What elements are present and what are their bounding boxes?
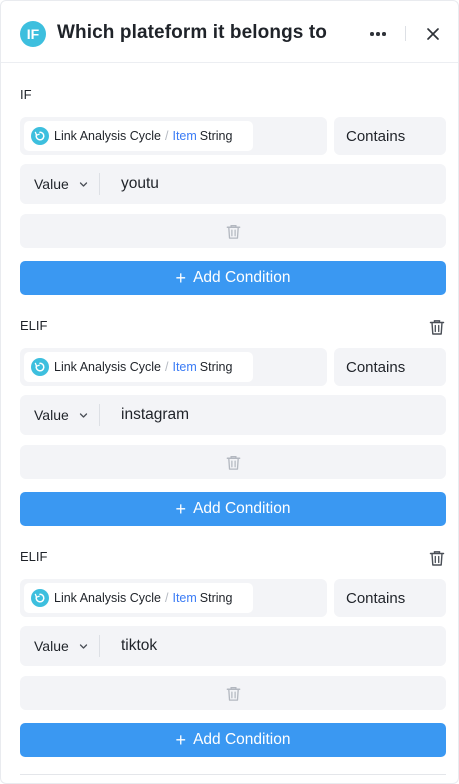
variable-node-name: Link Analysis Cycle [54, 591, 161, 605]
chevron-down-icon [79, 181, 87, 187]
condition-panel: IF Which plateform it belongs to IF Link… [0, 0, 459, 784]
trash-icon [226, 224, 240, 239]
panel-title: Which plateform it belongs to [57, 22, 327, 43]
delete-branch-icon[interactable] [428, 549, 446, 567]
add-condition-label: Add Condition [193, 731, 291, 748]
ellipsis-dot [382, 32, 386, 36]
branch-label: ELIF [20, 549, 48, 564]
plus-icon: + [175, 499, 187, 519]
chevron-down-icon [79, 643, 87, 649]
bottom-divider [20, 774, 446, 775]
value-divider [99, 404, 100, 426]
value-type-select[interactable]: Value [20, 395, 98, 435]
trash-icon [226, 455, 240, 470]
delete-condition-row[interactable] [20, 214, 446, 248]
loop-node-icon [31, 127, 49, 145]
value-type-label: Value [34, 176, 69, 192]
loop-node-icon [31, 589, 49, 607]
plus-icon: + [175, 268, 187, 288]
trash-icon [226, 686, 240, 701]
value-divider [99, 173, 100, 195]
condition-variable-field[interactable]: Link Analysis Cycle / Item String [20, 348, 327, 386]
condition-variable-field[interactable]: Link Analysis Cycle / Item String [20, 579, 327, 617]
variable-item-name: Item [172, 360, 197, 374]
value-row: Value tiktok [20, 626, 446, 666]
branch-section: IF Link Analysis Cycle / Item String Con… [1, 63, 458, 295]
value-input[interactable]: tiktok [121, 626, 157, 666]
variable-node-name: Link Analysis Cycle [54, 129, 161, 143]
variable-type: String [199, 360, 233, 374]
delete-branch-icon[interactable] [428, 318, 446, 336]
branch-section: ELIF Link Analysis Cycle / Item String C… [1, 294, 458, 526]
condition-variable-field[interactable]: Link Analysis Cycle / Item String [20, 117, 327, 155]
ellipsis-dot [376, 32, 380, 36]
plus-icon: + [175, 730, 187, 750]
variable-separator: / [165, 129, 169, 143]
operator-select[interactable]: Contains [334, 117, 446, 155]
operator-select[interactable]: Contains [334, 348, 446, 386]
chevron-down-icon [79, 412, 87, 418]
value-row: Value instagram [20, 395, 446, 435]
value-divider [99, 635, 100, 657]
variable-chip[interactable]: Link Analysis Cycle / Item String [24, 583, 253, 613]
variable-chip[interactable]: Link Analysis Cycle / Item String [24, 352, 253, 382]
variable-separator: / [165, 360, 169, 374]
value-type-label: Value [34, 638, 69, 654]
branch-label: ELIF [20, 318, 48, 333]
delete-condition-row[interactable] [20, 676, 446, 710]
variable-item-name: Item [172, 591, 197, 605]
branch-label: IF [20, 87, 32, 102]
value-input[interactable]: instagram [121, 395, 189, 435]
close-icon[interactable] [422, 23, 444, 45]
variable-item-name: Item [172, 129, 197, 143]
branch-section: ELIF Link Analysis Cycle / Item String C… [1, 525, 458, 757]
panel-header: IF Which plateform it belongs to [1, 1, 458, 63]
delete-condition-row[interactable] [20, 445, 446, 479]
add-condition-button[interactable]: + Add Condition [20, 723, 446, 757]
variable-type: String [199, 129, 233, 143]
variable-separator: / [165, 591, 169, 605]
loop-node-icon [31, 358, 49, 376]
header-divider [405, 26, 406, 41]
add-condition-label: Add Condition [193, 500, 291, 517]
more-options-button[interactable] [366, 23, 390, 45]
operator-select[interactable]: Contains [334, 579, 446, 617]
add-condition-label: Add Condition [193, 269, 291, 286]
variable-chip[interactable]: Link Analysis Cycle / Item String [24, 121, 253, 151]
add-condition-button[interactable]: + Add Condition [20, 261, 446, 295]
add-condition-button[interactable]: + Add Condition [20, 492, 446, 526]
value-type-select[interactable]: Value [20, 626, 98, 666]
value-type-label: Value [34, 407, 69, 423]
variable-node-name: Link Analysis Cycle [54, 360, 161, 374]
value-row: Value youtu [20, 164, 446, 204]
ellipsis-icon [370, 32, 374, 36]
value-type-select[interactable]: Value [20, 164, 98, 204]
if-node-badge: IF [20, 21, 46, 47]
variable-type: String [199, 591, 233, 605]
value-input[interactable]: youtu [121, 164, 159, 204]
